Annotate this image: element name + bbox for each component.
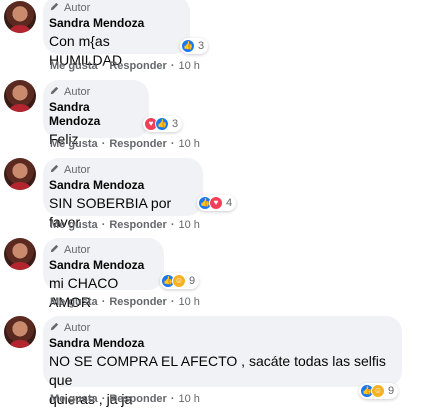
like-link[interactable]: Me gusta	[50, 393, 98, 405]
comment-bubble: Autor Sandra Mendoza mi CHACO AMOR	[43, 238, 164, 310]
pencil-icon	[49, 243, 60, 257]
reply-link[interactable]: Responder	[109, 60, 166, 72]
care-reaction-icon: ☺	[371, 384, 385, 398]
reaction-count: 4	[226, 197, 233, 209]
reaction-summary[interactable]: 👍 ♥ 4	[197, 195, 237, 211]
avatar[interactable]	[4, 238, 36, 270]
like-reaction-icon: 👍	[181, 39, 195, 53]
commenter-name[interactable]: Sandra Mendoza	[49, 336, 391, 350]
timestamp[interactable]: 10 h	[179, 138, 200, 150]
like-link[interactable]: Me gusta	[50, 219, 98, 231]
timestamp[interactable]: 10 h	[179, 60, 200, 72]
comment-text-line: NO SE COMPRA EL AFECTO , sacáte todas la…	[49, 353, 386, 388]
separator: ·	[170, 60, 175, 72]
pencil-icon	[49, 321, 60, 335]
like-reaction-icon: 👍	[155, 117, 169, 131]
like-link[interactable]: Me gusta	[50, 60, 98, 72]
love-reaction-icon: ♥	[209, 196, 223, 210]
commenter-name[interactable]: Sandra Mendoza	[49, 178, 192, 192]
reaction-summary[interactable]: ♥ 👍 3	[143, 116, 183, 132]
comment-bubble: Autor Sandra Mendoza SIN SOBERBIA por fa…	[43, 158, 203, 230]
timestamp[interactable]: 10 h	[179, 393, 200, 405]
separator: ·	[101, 138, 106, 150]
comment-actions: Me gusta · Responder · 10 h	[50, 138, 200, 150]
author-badge: Autor	[49, 85, 138, 99]
avatar[interactable]	[4, 158, 36, 190]
comment-bubble: Autor Sandra Mendoza Con m{as HUMILDAD	[43, 0, 190, 68]
separator: ·	[101, 219, 106, 231]
comment-bubble: Autor Sandra Mendoza Feliz	[43, 80, 149, 147]
avatar[interactable]	[4, 316, 36, 348]
like-link[interactable]: Me gusta	[50, 138, 98, 150]
author-badge: Autor	[49, 321, 391, 335]
timestamp[interactable]: 10 h	[179, 296, 200, 308]
commenter-name[interactable]: Sandra Mendoza	[49, 16, 179, 30]
reaction-summary[interactable]: 👍 ☺ 9	[160, 273, 200, 289]
like-link[interactable]: Me gusta	[50, 296, 98, 308]
separator: ·	[170, 138, 175, 150]
comment-actions: Me gusta · Responder · 10 h	[50, 219, 200, 231]
author-badge-label: Autor	[64, 164, 91, 176]
reaction-summary[interactable]: 👍 ☺ 9	[359, 383, 399, 399]
reaction-count: 9	[388, 385, 395, 397]
reaction-count: 3	[172, 118, 179, 130]
comment-bubble: Autor Sandra Mendoza NO SE COMPRA EL AFE…	[43, 316, 402, 407]
reaction-count: 9	[189, 275, 196, 287]
comment-actions: Me gusta · Responder · 10 h	[50, 60, 200, 72]
separator: ·	[101, 393, 106, 405]
author-badge-label: Autor	[64, 244, 91, 256]
reaction-count: 3	[198, 40, 205, 52]
reply-link[interactable]: Responder	[109, 219, 166, 231]
timestamp[interactable]: 10 h	[179, 219, 200, 231]
separator: ·	[101, 296, 106, 308]
separator: ·	[170, 296, 175, 308]
author-badge-label: Autor	[64, 2, 91, 14]
reaction-summary[interactable]: 👍 3	[180, 38, 209, 54]
commenter-name[interactable]: Sandra Mendoza	[49, 100, 138, 128]
care-reaction-icon: ☺	[172, 274, 186, 288]
reply-link[interactable]: Responder	[109, 138, 166, 150]
pencil-icon	[49, 85, 60, 99]
avatar[interactable]	[4, 1, 36, 33]
pencil-icon	[49, 163, 60, 177]
reply-link[interactable]: Responder	[109, 296, 166, 308]
comment-actions: Me gusta · Responder · 10 h	[50, 296, 200, 308]
author-badge-label: Autor	[64, 322, 91, 334]
commenter-name[interactable]: Sandra Mendoza	[49, 258, 153, 272]
comment-actions: Me gusta · Responder · 10 h	[50, 393, 200, 405]
author-badge: Autor	[49, 1, 179, 15]
separator: ·	[101, 60, 106, 72]
author-badge-label: Autor	[64, 86, 91, 98]
reply-link[interactable]: Responder	[109, 393, 166, 405]
separator: ·	[170, 219, 175, 231]
separator: ·	[170, 393, 175, 405]
pencil-icon	[49, 1, 60, 15]
author-badge: Autor	[49, 163, 192, 177]
avatar[interactable]	[4, 80, 36, 112]
author-badge: Autor	[49, 243, 153, 257]
